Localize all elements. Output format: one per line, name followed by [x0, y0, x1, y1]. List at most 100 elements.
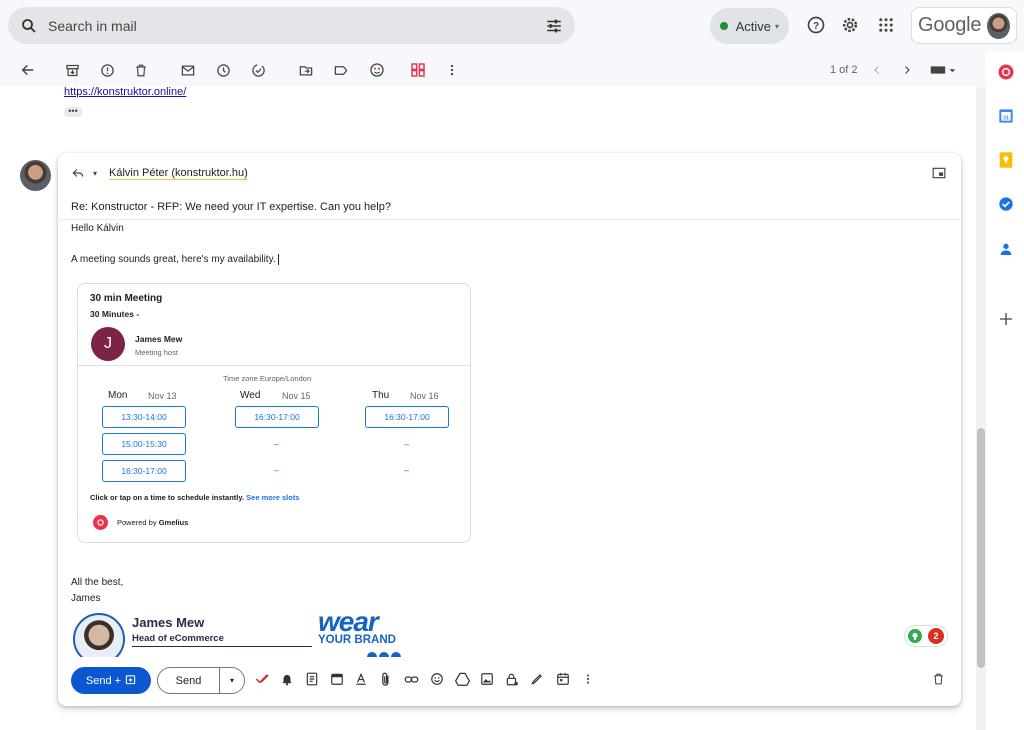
scrollbar-thumb[interactable]	[977, 428, 985, 668]
lightbulb-icon[interactable]	[908, 629, 922, 643]
more-vert-icon[interactable]	[442, 60, 462, 80]
keep-icon[interactable]	[997, 151, 1015, 169]
powered-prefix: Powered by	[117, 518, 157, 527]
schedule-instructions: Click or tap on a time to schedule insta…	[90, 493, 300, 502]
template-icon[interactable]	[304, 671, 320, 687]
host-name: James Mew	[135, 334, 183, 344]
assistant-badge[interactable]: 2	[904, 625, 948, 647]
closing-line[interactable]: All the best,	[71, 577, 123, 588]
card-divider	[78, 365, 470, 366]
reply-arrow-icon[interactable]	[71, 166, 85, 180]
signature-name: James Mew	[132, 615, 205, 630]
insert-link-icon[interactable]	[403, 671, 419, 687]
confidential-lock-icon[interactable]	[504, 671, 520, 687]
attach-file-icon[interactable]	[378, 671, 394, 687]
help-icon[interactable]: ?	[804, 13, 828, 37]
pop-out-icon[interactable]	[932, 167, 946, 179]
search-input[interactable]: Search in mail	[48, 18, 545, 34]
discard-draft-icon[interactable]	[930, 671, 946, 687]
reminder-bell-icon[interactable]	[279, 671, 295, 687]
no-slot: –	[274, 439, 280, 449]
mark-unread-icon[interactable]	[178, 60, 198, 80]
gmelius-icon[interactable]	[997, 63, 1015, 81]
notification-count-badge[interactable]: 2	[928, 628, 944, 644]
time-slot-button[interactable]: 16:30-17:00	[235, 406, 319, 428]
double-check-icon[interactable]	[255, 671, 271, 687]
signature-pen-icon[interactable]	[529, 671, 545, 687]
previous-message-link[interactable]: https://konstruktor.online/	[64, 86, 186, 98]
day-name: Mon	[108, 390, 128, 401]
body-line-text: A meeting sounds great, here's my availa…	[71, 254, 276, 265]
send-button-label[interactable]: Send	[158, 668, 220, 693]
no-slot: –	[274, 465, 280, 475]
show-trimmed-content[interactable]: •••	[64, 107, 82, 117]
emoji-icon[interactable]	[429, 671, 445, 687]
text-format-icon[interactable]	[353, 671, 369, 687]
divider	[59, 219, 960, 220]
input-tools-icon[interactable]	[928, 60, 958, 80]
powered-by: Powered by Gmelius	[117, 518, 188, 527]
recipient-chip[interactable]: Kálvin Péter (konstruktor.hu)	[109, 167, 248, 180]
scrollbar[interactable]	[976, 88, 986, 730]
apps-grid-icon[interactable]	[874, 13, 898, 37]
social-icon[interactable]	[379, 652, 389, 657]
back-arrow-icon[interactable]	[18, 60, 38, 80]
send-plus-button[interactable]: Send +	[71, 667, 151, 694]
subject-line[interactable]: Re: Konstructor - RFP: We need your IT e…	[71, 201, 391, 213]
label-tag-icon[interactable]	[331, 60, 351, 80]
tasks-icon[interactable]	[997, 195, 1015, 213]
settings-gear-icon[interactable]	[838, 13, 862, 37]
pagination-label: 1 of 2	[830, 64, 858, 76]
search-options-icon[interactable]	[545, 17, 563, 35]
sender-name-line[interactable]: James	[71, 593, 100, 604]
reply-type-dropdown-icon[interactable]: ▾	[90, 167, 100, 179]
delete-icon[interactable]	[131, 60, 151, 80]
snooze-clock-icon[interactable]	[213, 60, 233, 80]
see-more-slots-link[interactable]: See more slots	[246, 493, 299, 502]
calendar-icon[interactable]: 31	[997, 107, 1015, 125]
send-button[interactable]: Send ▾	[157, 667, 245, 694]
send-options-dropdown-icon[interactable]: ▾	[220, 676, 244, 685]
avatar	[20, 160, 51, 191]
brand-logo: wear	[318, 606, 379, 637]
report-spam-icon[interactable]	[97, 60, 117, 80]
time-slot-button[interactable]: 16:30-17:00	[365, 406, 449, 428]
account-avatar[interactable]	[987, 12, 1010, 39]
time-slot-button[interactable]: 15:00-15:30	[102, 433, 186, 455]
chevron-right-icon[interactable]	[897, 60, 917, 80]
send-plus-label: Send +	[85, 674, 122, 687]
body-greeting[interactable]: Hello Kálvin	[71, 223, 124, 234]
kanban-board-icon[interactable]	[408, 60, 428, 80]
schedule-calendar-icon[interactable]	[555, 671, 571, 687]
social-icon[interactable]	[391, 652, 401, 657]
time-slot-button[interactable]: 16:30-17:00	[102, 460, 186, 482]
add-task-icon[interactable]	[248, 60, 268, 80]
archive-icon[interactable]	[62, 60, 82, 80]
day-name: Thu	[372, 390, 390, 401]
status-selector[interactable]: Active ▾	[710, 8, 789, 44]
google-logo: Google	[918, 14, 982, 36]
day-date: Nov 16	[410, 391, 439, 401]
meeting-calendar-icon[interactable]	[329, 671, 345, 687]
move-to-icon[interactable]	[296, 60, 316, 80]
account-box[interactable]: Google	[911, 7, 1017, 44]
insert-photo-icon[interactable]	[479, 671, 495, 687]
more-options-icon[interactable]	[580, 671, 596, 687]
search-icon[interactable]	[20, 17, 38, 35]
add-plus-icon[interactable]	[997, 310, 1015, 328]
gmelius-logo-icon	[93, 515, 108, 530]
drive-icon[interactable]	[454, 671, 470, 687]
gmelius-emoji-icon[interactable]	[367, 60, 387, 80]
search-bar[interactable]: Search in mail	[8, 7, 575, 44]
timezone-label: Time zone Europe/London	[223, 374, 312, 383]
time-slot-button[interactable]: 13:30-14:00	[102, 406, 186, 428]
social-icon[interactable]	[367, 652, 377, 657]
chevron-left-icon[interactable]	[867, 60, 887, 80]
svg-text:?: ?	[813, 21, 819, 32]
instructions-text: Click or tap on a time to schedule insta…	[90, 493, 245, 502]
contacts-icon[interactable]	[997, 240, 1015, 258]
meeting-duration: 30 Minutes -	[90, 309, 140, 319]
signature-title: Head of eCommerce	[132, 633, 224, 644]
body-line[interactable]: A meeting sounds great, here's my availa…	[71, 254, 279, 265]
powered-brand: Gmelius	[158, 518, 189, 527]
